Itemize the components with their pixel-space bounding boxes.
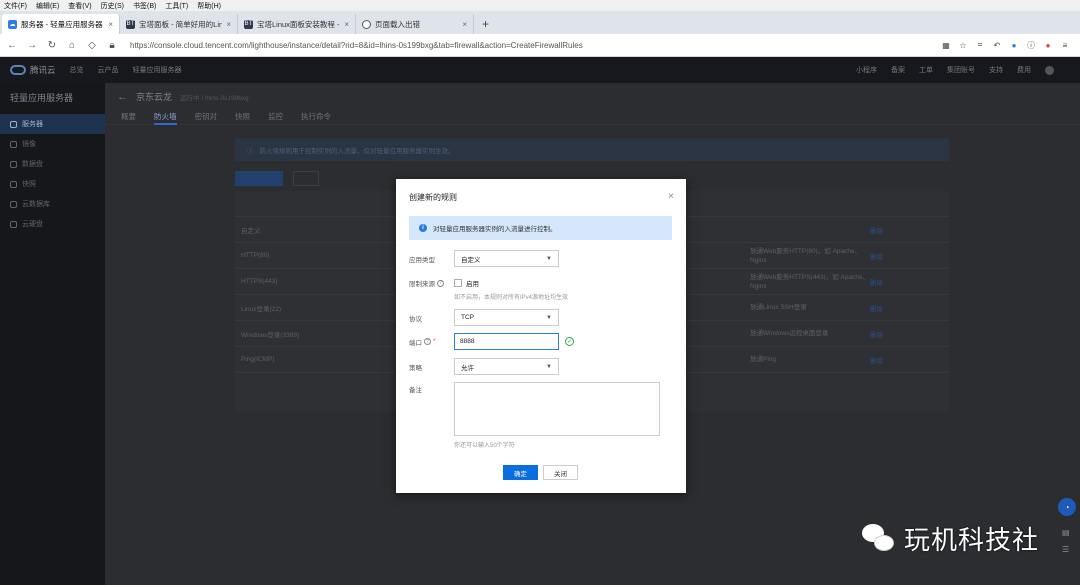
protocol-label: 协议 xyxy=(409,315,422,323)
dialog-info-text: 对轻量应用服务器实例的入流量进行控制。 xyxy=(433,226,557,233)
source-hint: 如不启用，本规则对所有IPv4源地址均生效 xyxy=(454,295,569,301)
chat-support-icon[interactable]: ◔ xyxy=(1058,498,1076,516)
protocol-value: TCP xyxy=(461,314,474,321)
remark-textarea[interactable] xyxy=(454,382,660,436)
help-icon[interactable]: ? xyxy=(424,338,431,345)
create-rule-dialog: 创建新的规则 × i 对轻量应用服务器实例的入流量进行控制。 应用类型 自定义 … xyxy=(396,179,686,493)
port-label-wrap: 端口? * xyxy=(409,338,436,347)
protocol-select[interactable]: TCP ▼ xyxy=(454,309,559,326)
app-type-select[interactable]: 自定义 ▼ xyxy=(454,250,559,267)
watermark-text: 玩机科技社 xyxy=(904,526,1040,556)
help-icon[interactable]: ? xyxy=(437,279,444,287)
dialog-info-bar: i 对轻量应用服务器实例的入流量进行控制。 xyxy=(409,216,672,240)
app-type-label: 应用类型 xyxy=(409,256,435,264)
port-row: 端口? * 8888 ✓ xyxy=(409,333,574,350)
remark-hint: 你还可以输入50个字符 xyxy=(454,443,515,449)
chevron-down-icon: ▼ xyxy=(546,255,552,262)
source-label: 限制来源 xyxy=(409,281,435,288)
remark-row: 备注 xyxy=(409,384,454,394)
policy-label: 策略 xyxy=(409,364,422,372)
app-type-row: 应用类型 自定义 ▼ xyxy=(409,250,559,267)
confirm-button[interactable]: 确定 xyxy=(503,465,538,480)
valid-check-icon: ✓ xyxy=(565,337,574,346)
port-label: 端口 xyxy=(409,339,422,347)
dialog-title: 创建新的规则 xyxy=(409,193,457,202)
protocol-row: 协议 TCP ▼ xyxy=(409,309,559,326)
source-row: 限制来源? 启用 xyxy=(409,278,479,288)
policy-row: 策略 允许 ▼ xyxy=(409,358,559,375)
remark-label: 备注 xyxy=(409,387,422,394)
chevron-down-icon: ▼ xyxy=(546,363,552,370)
chevron-down-icon: ▼ xyxy=(546,314,552,321)
policy-select[interactable]: 允许 ▼ xyxy=(454,358,559,375)
source-checkbox-label: 启用 xyxy=(466,281,479,288)
list-icon[interactable]: ☰ xyxy=(1062,545,1070,554)
source-label-wrap: 限制来源? xyxy=(409,278,454,288)
side-tools: ▤ ☰ xyxy=(1062,528,1070,554)
close-icon[interactable]: × xyxy=(668,191,674,202)
close-button[interactable]: 关闭 xyxy=(543,465,578,480)
source-checkbox[interactable] xyxy=(454,279,462,287)
info-icon: i xyxy=(419,224,427,232)
watermark: 玩机科技社 xyxy=(862,520,1039,557)
wechat-icon xyxy=(862,523,896,554)
app-type-value: 自定义 xyxy=(461,256,481,264)
port-input[interactable]: 8888 xyxy=(454,333,559,350)
policy-value: 允许 xyxy=(461,364,474,372)
book-icon[interactable]: ▤ xyxy=(1062,528,1070,537)
